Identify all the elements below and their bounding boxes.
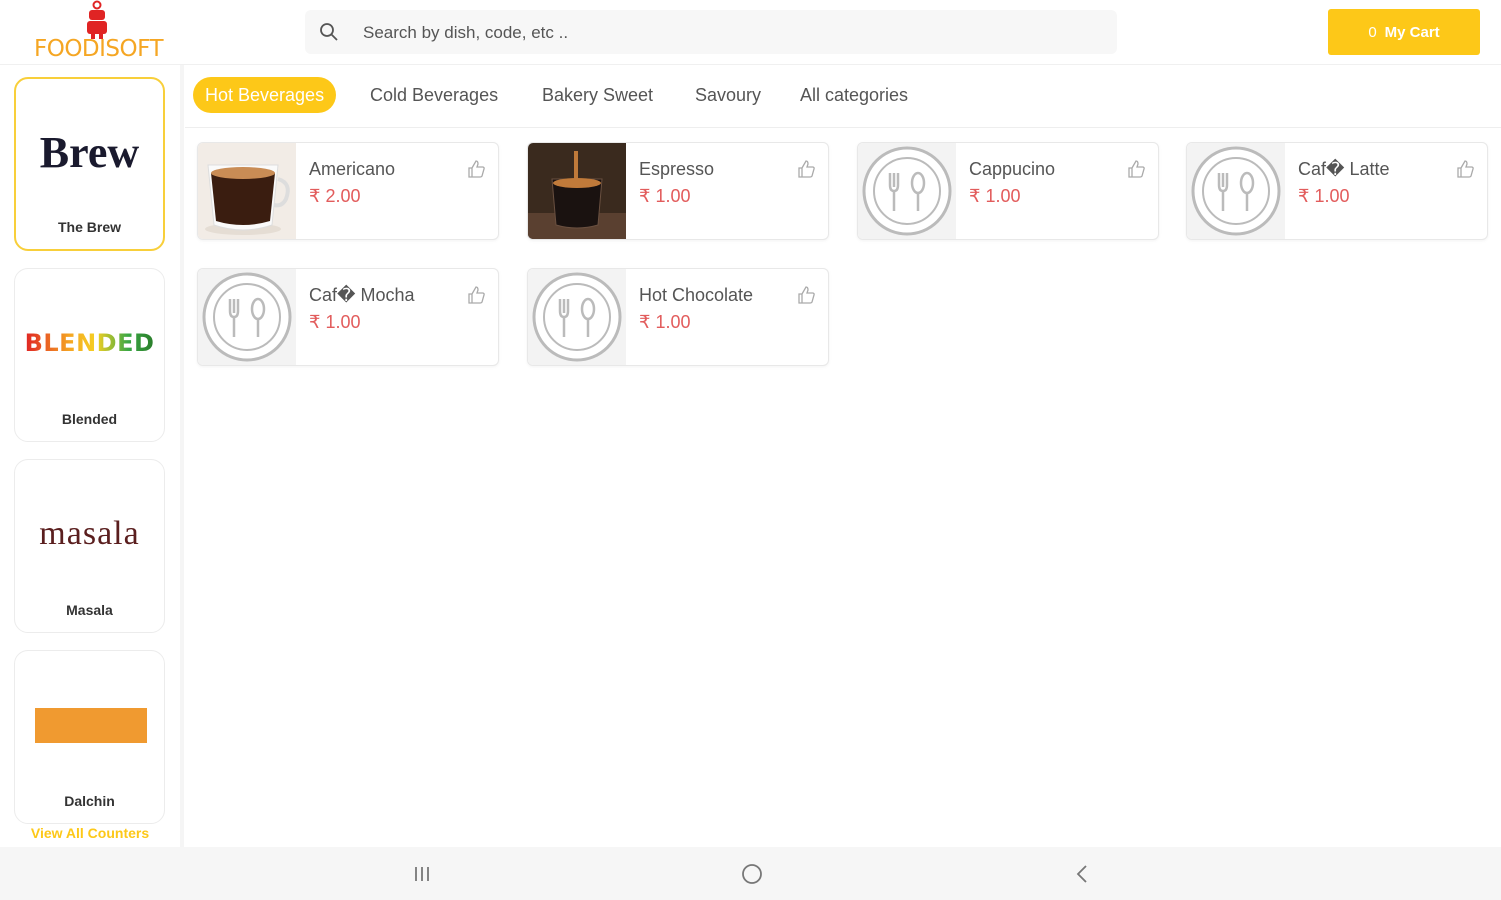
thumbs-up-icon[interactable] (466, 159, 486, 179)
tab-all-categories[interactable]: All categories (788, 77, 920, 113)
product-name: Espresso (639, 159, 715, 179)
back-icon[interactable] (1068, 861, 1096, 887)
thumbs-up-icon[interactable] (1126, 159, 1146, 179)
product-card[interactable]: Cappucino ₹ 1.00 (857, 142, 1159, 240)
counter-blended[interactable]: BLENDED Blended (14, 268, 165, 442)
tab-cold-beverages[interactable]: Cold Beverages (358, 77, 510, 113)
product-card[interactable]: Hot Chocolate ₹ 1.00 (527, 268, 829, 366)
counter-name: The Brew (57, 219, 121, 235)
placeholder-cutlery-image (858, 143, 956, 239)
dalchin-logo (35, 708, 147, 743)
placeholder-cutlery-image (528, 269, 626, 365)
cutlery-icon (1191, 146, 1281, 236)
espresso-cup-icon (528, 143, 626, 239)
app-header: FOODISOFT 0 My Cart (0, 0, 1501, 65)
thumbs-up-icon[interactable] (796, 285, 816, 305)
product-card[interactable]: Americano ₹ 2.00 (197, 142, 499, 240)
product-name: Americano (309, 159, 396, 179)
cutlery-icon (862, 146, 952, 236)
cart-count: 0 (1368, 23, 1377, 41)
counters-sidebar: Brew The Brew BLENDED Blended masala Mas… (0, 65, 184, 847)
product-name: Caf� Mocha (309, 285, 415, 305)
search-input[interactable] (361, 10, 1105, 56)
product-name: Cappucino (969, 159, 1056, 179)
my-cart-button[interactable]: 0 My Cart (1328, 9, 1480, 55)
product-card[interactable]: Caf� Mocha ₹ 1.00 (197, 268, 499, 366)
product-name: Caf� Latte (1298, 159, 1390, 179)
product-price: ₹ 1.00 (969, 186, 1021, 206)
cutlery-icon (532, 272, 622, 362)
blended-logo: BLENDED (15, 329, 164, 357)
coffee-cup-icon (198, 143, 296, 239)
home-icon[interactable] (738, 861, 766, 887)
search-icon (320, 23, 338, 41)
system-navigation-bar (0, 847, 1501, 900)
thumbs-up-icon[interactable] (796, 159, 816, 179)
product-price: ₹ 1.00 (639, 186, 691, 206)
robot-icon (87, 0, 107, 39)
americano-photo (198, 143, 296, 239)
product-card[interactable]: Caf� Latte ₹ 1.00 (1186, 142, 1488, 240)
counter-the-brew[interactable]: Brew The Brew (14, 77, 165, 251)
counter-name: Blended (61, 411, 118, 427)
brand-name: FOODISOFT (34, 36, 164, 62)
masala-logo: masala (39, 515, 140, 552)
thumbs-up-icon[interactable] (466, 285, 486, 305)
product-price: ₹ 1.00 (639, 312, 691, 332)
cutlery-icon (202, 272, 292, 362)
placeholder-cutlery-image (1187, 143, 1285, 239)
product-price: ₹ 1.00 (1298, 186, 1350, 206)
tab-bakery-sweet[interactable]: Bakery Sweet (530, 77, 665, 113)
view-all-counters-link[interactable]: View All Counters (0, 825, 180, 841)
espresso-photo (528, 143, 626, 239)
recent-apps-icon[interactable] (408, 861, 436, 887)
tab-savoury[interactable]: Savoury (683, 77, 773, 113)
tab-hot-beverages[interactable]: Hot Beverages (193, 77, 337, 113)
counter-masala[interactable]: masala Masala (14, 459, 165, 633)
counter-name: Masala (66, 602, 113, 618)
product-name: Hot Chocolate (639, 285, 754, 305)
product-price: ₹ 2.00 (309, 186, 361, 206)
counter-name: Dalchin (64, 793, 115, 809)
placeholder-cutlery-image (198, 269, 296, 365)
blended-logo-text: BLENDED (24, 329, 155, 357)
counter-dalchin[interactable]: Dalchin (14, 650, 165, 824)
cart-label: My Cart (1384, 23, 1440, 41)
product-card[interactable]: Espresso ₹ 1.00 (527, 142, 829, 240)
product-price: ₹ 1.00 (309, 312, 361, 332)
search-bar[interactable] (305, 10, 1117, 56)
foodisoft-logo[interactable]: FOODISOFT (30, 0, 165, 64)
thumbs-up-icon[interactable] (1455, 159, 1475, 179)
category-tabs: Hot Beverages Cold Beverages Bakery Swee… (185, 65, 1501, 128)
brew-logo: Brew (39, 128, 140, 177)
